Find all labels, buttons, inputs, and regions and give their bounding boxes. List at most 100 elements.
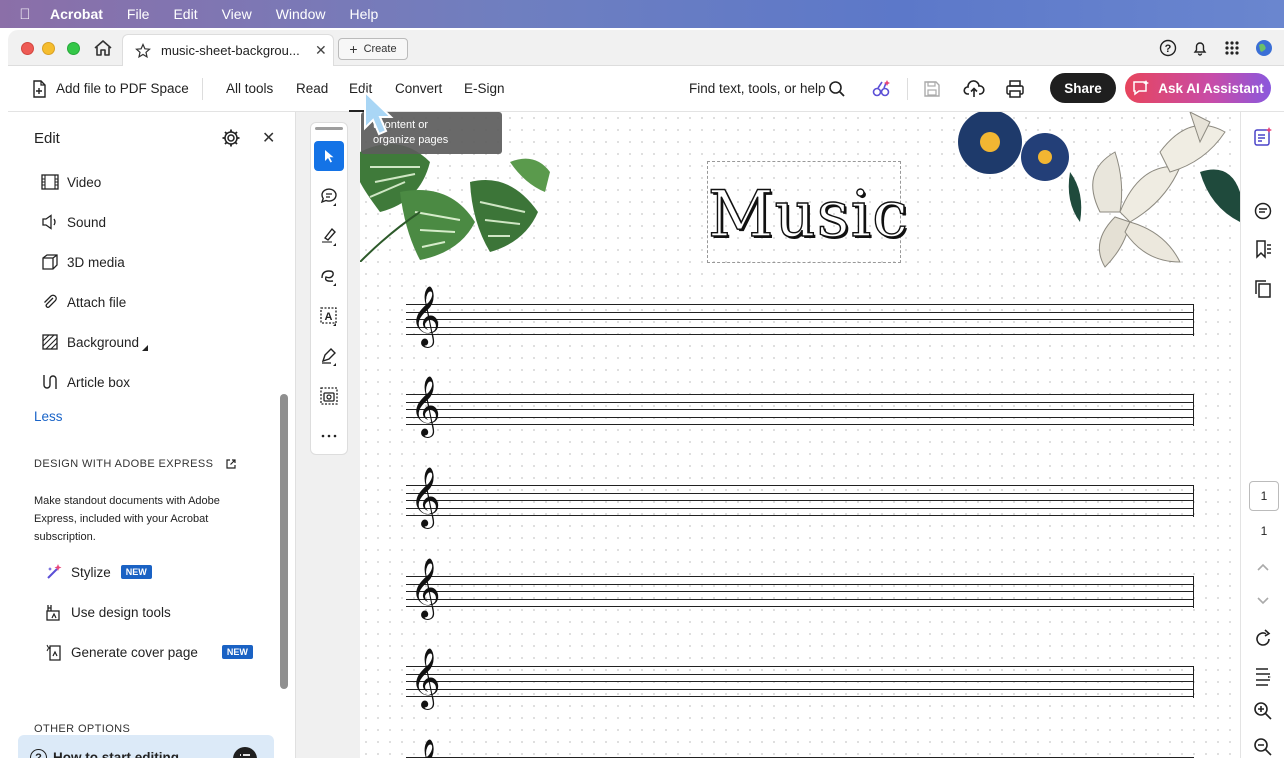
- add-image-tool-button[interactable]: [314, 381, 344, 411]
- tab-convert[interactable]: Convert: [395, 81, 442, 96]
- panel-item-sound[interactable]: Sound: [40, 212, 106, 232]
- music-title-text[interactable]: Music: [707, 177, 908, 252]
- staff-line: [406, 515, 1194, 517]
- cloud-upload-icon[interactable]: [963, 78, 985, 100]
- bell-icon[interactable]: [1188, 36, 1212, 60]
- zoom-window-button[interactable]: [67, 42, 80, 55]
- pdf-page[interactable]: Music 𝄞𝄞𝄞𝄞𝄞𝄞: [360, 112, 1240, 758]
- menu-help[interactable]: Help: [349, 6, 378, 22]
- chevron-down-icon[interactable]: [1252, 590, 1274, 612]
- close-panel-icon[interactable]: ✕: [262, 128, 275, 148]
- apps-grid-icon[interactable]: [1220, 36, 1244, 60]
- comment-tool-button[interactable]: [314, 181, 344, 211]
- other-options-heading: OTHER OPTIONS: [34, 723, 131, 735]
- title-text-box[interactable]: Music: [707, 161, 909, 263]
- svg-text:A: A: [325, 311, 333, 323]
- zoom-in-icon[interactable]: [1252, 700, 1274, 722]
- staff-line: [406, 409, 1194, 411]
- help-icon[interactable]: ?: [1156, 36, 1180, 60]
- music-staff: 𝄞: [406, 562, 1194, 614]
- tab-e-sign[interactable]: E-Sign: [464, 81, 505, 96]
- toolstrip-grip[interactable]: [315, 127, 343, 130]
- highlight-tool-button[interactable]: [314, 221, 344, 251]
- ai-assistant-icon: [1133, 80, 1150, 96]
- less-link[interactable]: Less: [34, 409, 63, 424]
- page-number-input[interactable]: 1: [1249, 481, 1279, 511]
- menu-app-name[interactable]: Acrobat: [50, 6, 103, 22]
- find-tools-search[interactable]: Find text, tools, or help: [689, 81, 826, 96]
- create-button[interactable]: + Create: [338, 38, 408, 60]
- tab-bar: music-sheet-backgrou... ✕ + Create ?: [8, 30, 1284, 66]
- external-link-icon[interactable]: [225, 458, 237, 470]
- express-item-generate-cover-page[interactable]: Generate cover page NEW: [44, 642, 253, 662]
- globe-avatar-icon[interactable]: [1252, 36, 1276, 60]
- sign-tool-button[interactable]: [314, 341, 344, 371]
- star-icon[interactable]: [135, 42, 151, 59]
- highlighter-icon: [322, 227, 336, 246]
- save-icon[interactable]: [923, 80, 941, 98]
- edit-side-panel: Edit ✕ Video Sound 3D media Attach file …: [8, 112, 296, 758]
- treble-clef-icon: 𝄞: [410, 467, 441, 527]
- express-item-use-design-tools[interactable]: Use design tools: [44, 602, 171, 622]
- document-tab[interactable]: music-sheet-backgrou... ✕: [122, 34, 334, 66]
- text-box-tool-button[interactable]: A: [314, 301, 344, 331]
- select-tool-button[interactable]: [314, 141, 344, 171]
- ai-generative-icon[interactable]: [870, 78, 892, 100]
- flowers-image: [958, 112, 1240, 268]
- create-label: Create: [363, 43, 397, 55]
- minimize-window-button[interactable]: [42, 42, 55, 55]
- close-tab-icon[interactable]: ✕: [315, 42, 327, 59]
- staff-end-barline: [1192, 485, 1194, 517]
- toolbar-separator: [907, 78, 908, 100]
- panel-item-background[interactable]: Background: [40, 332, 149, 352]
- bookmarks-icon[interactable]: [1252, 238, 1274, 260]
- cursor-arrow-icon: [325, 150, 334, 163]
- treble-clef-icon: 𝄞: [410, 743, 441, 758]
- panel-scrollbar[interactable]: [280, 394, 288, 689]
- more-horizontal-icon: [321, 434, 337, 438]
- ask-ai-assistant-label: Ask AI Assistant: [1158, 80, 1264, 96]
- add-file-to-pdf-space[interactable]: Add file to PDF Space: [56, 81, 189, 96]
- more-tools-button[interactable]: [314, 421, 344, 451]
- panel-item-attach-file[interactable]: Attach file: [40, 292, 126, 312]
- panel-item-video[interactable]: Video: [40, 172, 101, 192]
- ai-summary-icon[interactable]: [1252, 126, 1274, 148]
- menu-edit[interactable]: Edit: [173, 6, 197, 22]
- tab-read[interactable]: Read: [296, 81, 328, 96]
- new-badge: NEW: [120, 565, 152, 579]
- add-file-icon[interactable]: [30, 79, 50, 99]
- panel-item-article-box[interactable]: Article box: [40, 372, 130, 392]
- share-button[interactable]: Share: [1050, 73, 1116, 103]
- ask-ai-assistant-button[interactable]: Ask AI Assistant: [1125, 73, 1271, 103]
- rotate-icon[interactable]: [1252, 628, 1274, 650]
- chevron-up-icon[interactable]: [1252, 556, 1274, 578]
- panel-item-3d-media[interactable]: 3D media: [40, 252, 125, 272]
- cover-page-icon: [44, 642, 64, 662]
- draw-tool-button[interactable]: [314, 261, 344, 291]
- list-icon[interactable]: [233, 747, 257, 758]
- document-canvas[interactable]: Music 𝄞𝄞𝄞𝄞𝄞𝄞: [296, 112, 1240, 758]
- menu-file[interactable]: File: [127, 6, 150, 22]
- home-icon[interactable]: [92, 38, 114, 58]
- music-staff: 𝄞: [406, 471, 1194, 523]
- apple-icon[interactable]: : [0, 6, 50, 23]
- how-to-start-editing-banner[interactable]: ? How to start editing: [18, 735, 274, 758]
- gear-icon[interactable]: [221, 128, 241, 148]
- print-icon[interactable]: [1005, 79, 1025, 99]
- design-tools-icon: [44, 602, 64, 622]
- scroll-mode-icon[interactable]: [1252, 666, 1274, 688]
- express-item-stylize[interactable]: Stylize NEW: [44, 562, 152, 582]
- menu-window[interactable]: Window: [276, 6, 326, 22]
- comments-icon[interactable]: [1252, 200, 1274, 222]
- tab-all-tools[interactable]: All tools: [226, 81, 273, 96]
- staff-line: [406, 681, 1194, 683]
- search-icon[interactable]: [828, 80, 846, 98]
- treble-clef-icon: 𝄞: [410, 648, 441, 708]
- staff-line: [406, 319, 1194, 321]
- zoom-out-icon[interactable]: [1252, 736, 1274, 758]
- page-thumbnails-icon[interactable]: [1252, 278, 1274, 300]
- staff-line: [406, 326, 1194, 328]
- menu-view[interactable]: View: [222, 6, 252, 22]
- close-window-button[interactable]: [21, 42, 34, 55]
- background-pattern-icon: [40, 332, 60, 352]
